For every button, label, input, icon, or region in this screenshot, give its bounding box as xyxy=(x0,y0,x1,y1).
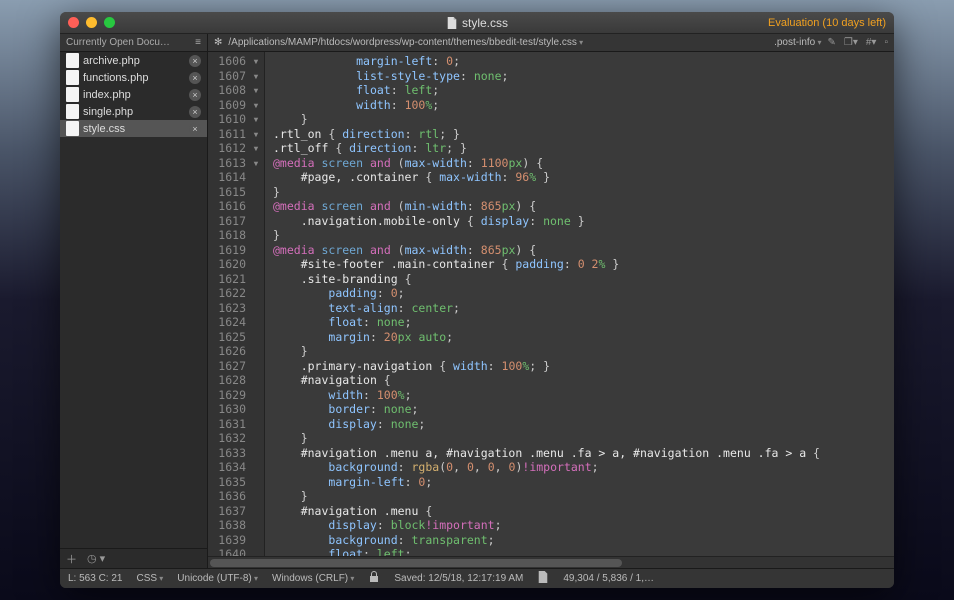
pencil-icon[interactable]: ✎ xyxy=(827,37,835,48)
scrollbar-thumb[interactable] xyxy=(210,559,622,567)
add-button[interactable]: ＋ xyxy=(66,551,77,567)
sidebar-header-label: Currently Open Docu… xyxy=(66,37,170,48)
sidebar-footer: ＋ ◷ ▾ xyxy=(60,548,207,568)
line-endings[interactable]: Windows (CRLF) xyxy=(272,573,354,584)
sidebar-header[interactable]: Currently Open Docu… ≡ xyxy=(60,34,207,52)
file-item[interactable]: single.php × xyxy=(60,103,207,120)
document-stats[interactable]: 49,304 / 5,836 / 1,… xyxy=(563,573,654,584)
close-file-icon[interactable]: × xyxy=(189,106,201,118)
saved-status: Saved: 12/5/18, 12:17:19 AM xyxy=(394,573,523,584)
page-icon xyxy=(537,571,549,586)
file-name: functions.php xyxy=(83,72,148,84)
file-item[interactable]: index.php × xyxy=(60,86,207,103)
close-file-icon[interactable]: × xyxy=(189,55,201,67)
file-icon xyxy=(66,121,79,136)
traffic-lights xyxy=(68,17,115,28)
code-area[interactable]: margin-left: 0; list-style-type: none; f… xyxy=(265,52,894,556)
close-file-icon[interactable]: × xyxy=(189,89,201,101)
file-name: single.php xyxy=(83,106,133,118)
gutter: 1606160716081609161016111612161316141615… xyxy=(208,52,265,556)
close-file-icon[interactable]: × xyxy=(189,72,201,84)
app-window: style.css Evaluation (10 days left) Curr… xyxy=(60,12,894,588)
evaluation-notice: Evaluation (10 days left) xyxy=(768,17,886,29)
file-icon xyxy=(66,70,79,85)
editor[interactable]: 1606160716081609161016111612161316141615… xyxy=(208,52,894,556)
sidebar-collapse-icon[interactable]: ≡ xyxy=(195,37,201,48)
file-item[interactable]: functions.php × xyxy=(60,69,207,86)
pages-icon[interactable]: ❐▾ xyxy=(844,37,858,48)
file-item[interactable]: style.css × xyxy=(60,120,207,137)
gear-icon[interactable]: ✻ xyxy=(214,37,222,48)
file-name: index.php xyxy=(83,89,131,101)
main-area: ✻ /Applications/MAMP/htdocs/wordpress/wp… xyxy=(208,34,894,568)
lock-icon[interactable] xyxy=(368,571,380,586)
fold-markers[interactable]: ▾▾▾▾▾▾▾▾ xyxy=(250,54,262,554)
line-numbers: 1606160716081609161016111612161316141615… xyxy=(212,54,250,554)
file-icon xyxy=(66,53,79,68)
horizontal-scrollbar[interactable] xyxy=(208,556,894,568)
file-name: archive.php xyxy=(83,55,140,67)
window-title: style.css xyxy=(446,16,508,30)
path-bar: ✻ /Applications/MAMP/htdocs/wordpress/wp… xyxy=(208,34,894,52)
language-mode[interactable]: CSS xyxy=(136,573,163,584)
sidebar: Currently Open Docu… ≡ archive.php×funct… xyxy=(60,34,208,568)
titlebar: style.css Evaluation (10 days left) xyxy=(60,12,894,34)
close-file-icon[interactable]: × xyxy=(189,123,201,135)
close-window-button[interactable] xyxy=(68,17,79,28)
statusbar: L: 563 C: 21 CSS Unicode (UTF-8) Windows… xyxy=(60,568,894,588)
file-name: style.css xyxy=(83,123,125,135)
file-item[interactable]: archive.php × xyxy=(60,52,207,69)
path-bar-icons: ✎ ❐▾ #▾ ▫ xyxy=(827,37,888,48)
document-icon xyxy=(446,17,458,29)
file-path[interactable]: /Applications/MAMP/htdocs/wordpress/wp-c… xyxy=(228,37,583,48)
open-documents-list: archive.php×functions.php×index.php×sing… xyxy=(60,52,207,548)
window-body: Currently Open Docu… ≡ archive.php×funct… xyxy=(60,34,894,568)
symbol-popup[interactable]: .post-info xyxy=(774,37,821,48)
file-icon xyxy=(66,104,79,119)
zoom-window-button[interactable] xyxy=(104,17,115,28)
minimize-window-button[interactable] xyxy=(86,17,97,28)
doc-icon[interactable]: ▫ xyxy=(884,37,888,48)
encoding[interactable]: Unicode (UTF-8) xyxy=(177,573,258,584)
recent-button[interactable]: ◷ ▾ xyxy=(87,552,105,565)
window-title-text: style.css xyxy=(462,16,508,30)
hash-icon[interactable]: #▾ xyxy=(866,37,877,48)
file-icon xyxy=(66,87,79,102)
cursor-position[interactable]: L: 563 C: 21 xyxy=(68,573,122,584)
